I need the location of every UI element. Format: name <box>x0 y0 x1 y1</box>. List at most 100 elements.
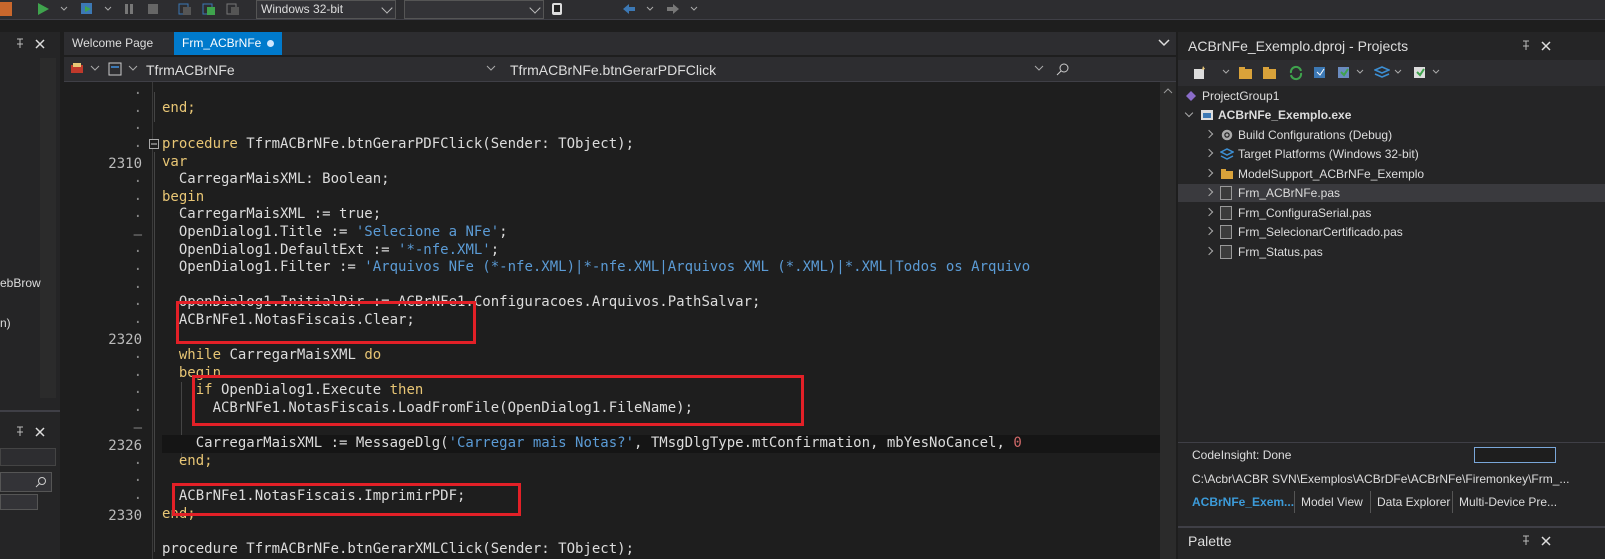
close-icon[interactable] <box>34 38 46 50</box>
step-over-icon[interactable] <box>178 2 192 16</box>
chevron-down-icon[interactable] <box>90 65 100 73</box>
back-dropdown-icon[interactable] <box>646 2 654 16</box>
chevron-down-icon[interactable] <box>1356 69 1364 75</box>
tab-welcome-page[interactable]: Welcome Page <box>64 32 174 55</box>
forward-icon[interactable] <box>666 2 680 16</box>
line-number: 2330 <box>108 508 142 525</box>
gutter-dot: · <box>133 314 142 331</box>
tab-data-explorer[interactable]: Data Explorer <box>1370 491 1456 513</box>
code-text: ; <box>499 224 508 240</box>
file-path: C:\Acbr\ACBR SVN\Exemplos\ACBrDFe\ACBrNF… <box>1192 472 1570 486</box>
platform-select[interactable]: Windows 32-bit <box>256 0 396 19</box>
run-icon[interactable] <box>36 2 50 16</box>
chevron-right-icon[interactable] <box>1204 187 1214 197</box>
number-literal: 0 <box>1013 435 1022 452</box>
project-group-icon <box>1186 91 1196 101</box>
chevron-down-icon[interactable] <box>1432 69 1440 75</box>
string-literal: 'Arquivos NFe (*-nfe.XML)|*-nfe.XML|Arqu… <box>364 259 1031 276</box>
indent-guide <box>154 152 155 552</box>
chevron-down-icon[interactable] <box>1184 108 1194 118</box>
sync-icon[interactable] <box>1288 65 1304 81</box>
close-icon[interactable] <box>1540 535 1552 547</box>
pause-icon[interactable] <box>122 2 136 16</box>
tab-frm-acbrnfe[interactable]: Frm_ACBrNFe <box>174 32 282 55</box>
check-icon[interactable] <box>1336 65 1352 81</box>
tab-model-view[interactable]: Model View <box>1294 491 1369 513</box>
pin-icon[interactable] <box>1520 40 1532 52</box>
new-item-icon[interactable] <box>1192 65 1208 81</box>
device-icon[interactable] <box>550 2 564 16</box>
stop-debug-icon[interactable] <box>146 2 160 16</box>
chevron-down-icon[interactable] <box>128 65 138 73</box>
chevron-down-icon[interactable] <box>1222 69 1230 75</box>
form-icon <box>108 62 122 76</box>
chevron-right-icon[interactable] <box>1204 129 1214 138</box>
chevron-right-icon[interactable] <box>1204 246 1214 255</box>
code-line: procedure TfrmACBrNFe.btnGerarXMLClick(S… <box>162 541 634 559</box>
tab-label: Multi-Device Pre... <box>1459 495 1558 509</box>
tab-projects[interactable]: ACBrNFe_Exem... <box>1186 491 1300 513</box>
project-tree[interactable]: ProjectGroup1 ACBrNFe_Exemplo.exe Build … <box>1178 86 1605 442</box>
step-into-icon[interactable] <box>202 2 216 16</box>
build-icon[interactable] <box>1312 65 1328 81</box>
keyword: do <box>364 347 382 364</box>
code-text: OpenDialog1.Title := <box>162 224 356 240</box>
code-line: CarregarMaisXML: Boolean; <box>162 171 390 189</box>
deploy-icon[interactable] <box>1412 65 1428 81</box>
chevron-down-icon[interactable] <box>1158 38 1170 48</box>
chevron-down-icon[interactable] <box>1034 65 1044 73</box>
close-icon[interactable] <box>1540 40 1552 52</box>
left-search-input[interactable] <box>0 472 52 492</box>
class-combo[interactable]: TfrmACBrNFe <box>146 62 235 78</box>
back-icon[interactable] <box>622 2 636 16</box>
tree-item-label: Target Platforms (Windows 32-bit) <box>1238 147 1419 161</box>
scroll-up-icon[interactable] <box>1163 87 1173 95</box>
fold-minus-icon[interactable] <box>149 139 159 149</box>
projects-panel-header: ACBrNFe_Exemplo.dproj - Projects <box>1178 32 1605 60</box>
run-without-debug-icon[interactable] <box>80 2 94 16</box>
editor-scrollbar[interactable] <box>1160 82 1176 559</box>
code-editor[interactable]: · · · · 2310 · · · – · · · · · 2320 · · … <box>64 82 1176 559</box>
pin-icon[interactable] <box>1520 535 1532 547</box>
keyword: begin <box>162 188 205 205</box>
gutter-dot: · <box>133 262 142 278</box>
chevron-down-icon[interactable] <box>1394 69 1402 75</box>
layers-icon[interactable] <box>1374 65 1390 81</box>
pin-icon[interactable] <box>14 426 26 438</box>
tab-label: Frm_ACBrNFe <box>182 36 262 50</box>
left-select[interactable] <box>0 494 38 510</box>
code-line: CarregarMaisXML := MessageDlg('Carregar … <box>162 435 1160 453</box>
left-dock-panel: ebBrow n) <box>0 32 60 559</box>
method-combo[interactable]: TfrmACBrNFe.btnGerarPDFClick <box>510 62 716 78</box>
chevron-right-icon[interactable] <box>1204 207 1214 216</box>
chevron-down-icon[interactable] <box>486 65 496 73</box>
code-line: OpenDialog1.Filter := 'Arquivos NFe (*-n… <box>162 259 1162 277</box>
dropdown-icon[interactable] <box>104 2 112 16</box>
gutter-dot: · <box>133 367 142 384</box>
code-line: CarregarMaisXML := true; <box>162 206 381 224</box>
config-select[interactable] <box>404 0 544 19</box>
open-folder-icon[interactable] <box>1262 65 1278 81</box>
stop-icon[interactable] <box>0 2 12 16</box>
gutter-dot: · <box>133 244 142 261</box>
chevron-right-icon[interactable] <box>1204 168 1214 177</box>
search-icon[interactable] <box>1056 62 1070 76</box>
chevron-right-icon[interactable] <box>1204 148 1214 158</box>
chevron-right-icon[interactable] <box>1204 226 1214 236</box>
tab-label: Welcome Page <box>72 36 154 50</box>
code-text: OpenDialog1.Filter := <box>162 259 365 276</box>
pas-file-icon <box>1220 205 1232 220</box>
add-folder-icon[interactable] <box>1238 65 1254 81</box>
run-dropdown-icon[interactable] <box>60 2 68 16</box>
forward-dropdown-icon[interactable] <box>690 2 698 16</box>
tree-item-frm-acbrnfe[interactable]: Frm_ACBrNFe.pas <box>1178 184 1605 202</box>
pin-icon[interactable] <box>14 38 26 50</box>
left-scrollbar[interactable] <box>40 58 56 398</box>
tree-item-label: Frm_SelecionarCertificado.pas <box>1238 225 1403 239</box>
left-combo[interactable] <box>0 448 56 466</box>
step-out-icon[interactable] <box>226 2 240 16</box>
string-literal: 'Selecione a NFe' <box>355 224 500 240</box>
close-icon[interactable] <box>34 426 46 438</box>
editor-tabs: Welcome Page Frm_ACBrNFe <box>64 32 1176 55</box>
tab-multi-device-preview[interactable]: Multi-Device Pre... <box>1452 491 1563 513</box>
